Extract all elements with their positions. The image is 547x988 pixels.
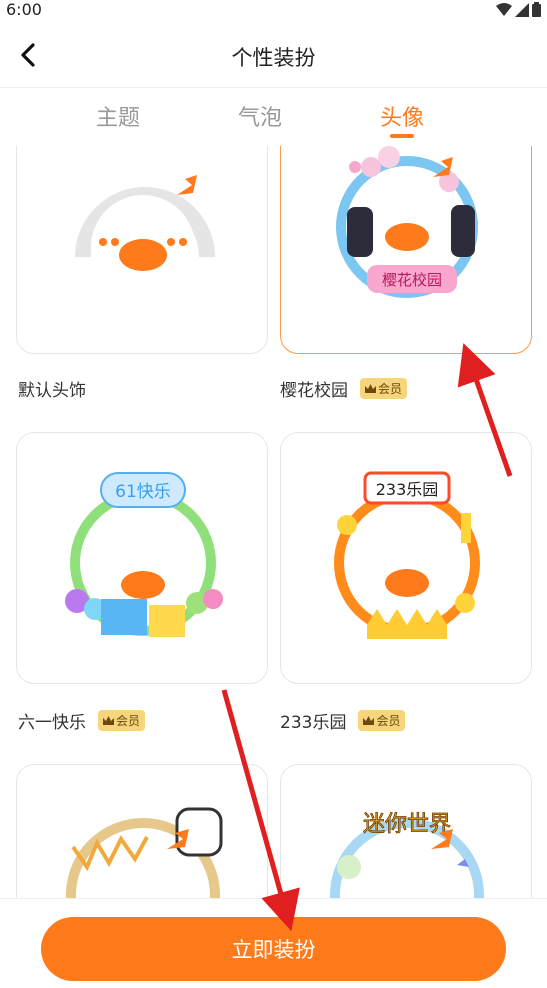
avatar-card-sakura[interactable]: 樱花校园: [280, 146, 532, 354]
tab-theme[interactable]: 主题: [78, 100, 158, 132]
crown-icon: [365, 384, 376, 393]
crown-icon: [363, 716, 375, 725]
tab-indicator: [390, 134, 414, 138]
park-233-ring-text: 233乐园: [376, 480, 439, 499]
avatar-card-childrens-day[interactable]: 61快乐: [16, 432, 268, 684]
childrens-day-ring-text: 61快乐: [115, 482, 171, 502]
app-bar: 个性装扮: [0, 22, 547, 88]
avatar-card-default[interactable]: [16, 146, 268, 354]
bottom-action-bar: 立即装扮: [0, 898, 547, 988]
cat-frame-image: [66, 807, 223, 898]
status-time: 6:00: [6, 0, 42, 19]
sakura-frame-image: 樱花校园: [336, 146, 478, 298]
avatar-card-233-park[interactable]: 233乐园: [280, 432, 532, 684]
avatar-name-row: 六一快乐 会员: [18, 708, 146, 733]
mini-world-frame-image: 迷你世界: [330, 812, 484, 898]
vip-badge: 会员: [360, 378, 408, 399]
vip-badge: 会员: [358, 710, 406, 731]
park-233-frame-image: 233乐园: [334, 471, 480, 639]
avatar-card-cat[interactable]: [16, 764, 268, 898]
tab-avatar[interactable]: 头像: [362, 100, 442, 132]
duck-avatar-image: [75, 175, 215, 299]
vip-badge: 会员: [98, 710, 146, 731]
crown-icon: [103, 716, 114, 725]
avatar-name-row: 樱花校园 会员: [280, 376, 408, 401]
avatar-name: 233乐园: [280, 713, 347, 733]
vip-label: 会员: [378, 382, 403, 396]
page-title: 个性装扮: [231, 46, 316, 70]
battery-icon: [532, 2, 541, 17]
avatar-name: 默认头饰: [18, 381, 86, 401]
vip-label: 会员: [376, 714, 401, 728]
status-icons: [496, 2, 541, 17]
avatar-name-row: 233乐园 会员: [280, 708, 406, 733]
avatar-name: 六一快乐: [18, 713, 86, 733]
avatar-name: 樱花校园: [280, 381, 348, 401]
apply-now-button[interactable]: 立即装扮: [41, 917, 506, 981]
avatar-name-row: 默认头饰: [18, 376, 86, 401]
mini-world-ring-text: 迷你世界: [363, 812, 451, 837]
tab-bubble[interactable]: 气泡: [220, 100, 300, 132]
avatar-card-mini-world[interactable]: 迷你世界: [280, 764, 532, 898]
wifi-icon: [496, 2, 512, 16]
vip-label: 会员: [116, 714, 141, 728]
avatar-frame-grid: 默认头饰 樱花校园 樱花校园 会员 61快乐 六一快乐 会员 233乐园 233…: [0, 146, 547, 898]
childrens-day-frame-image: 61快乐: [65, 472, 223, 637]
status-bar: 6:00: [0, 0, 547, 22]
signal-icon: [515, 2, 529, 17]
tab-bar: 主题 气泡 头像: [0, 88, 547, 146]
sakura-ring-text: 樱花校园: [382, 271, 442, 289]
